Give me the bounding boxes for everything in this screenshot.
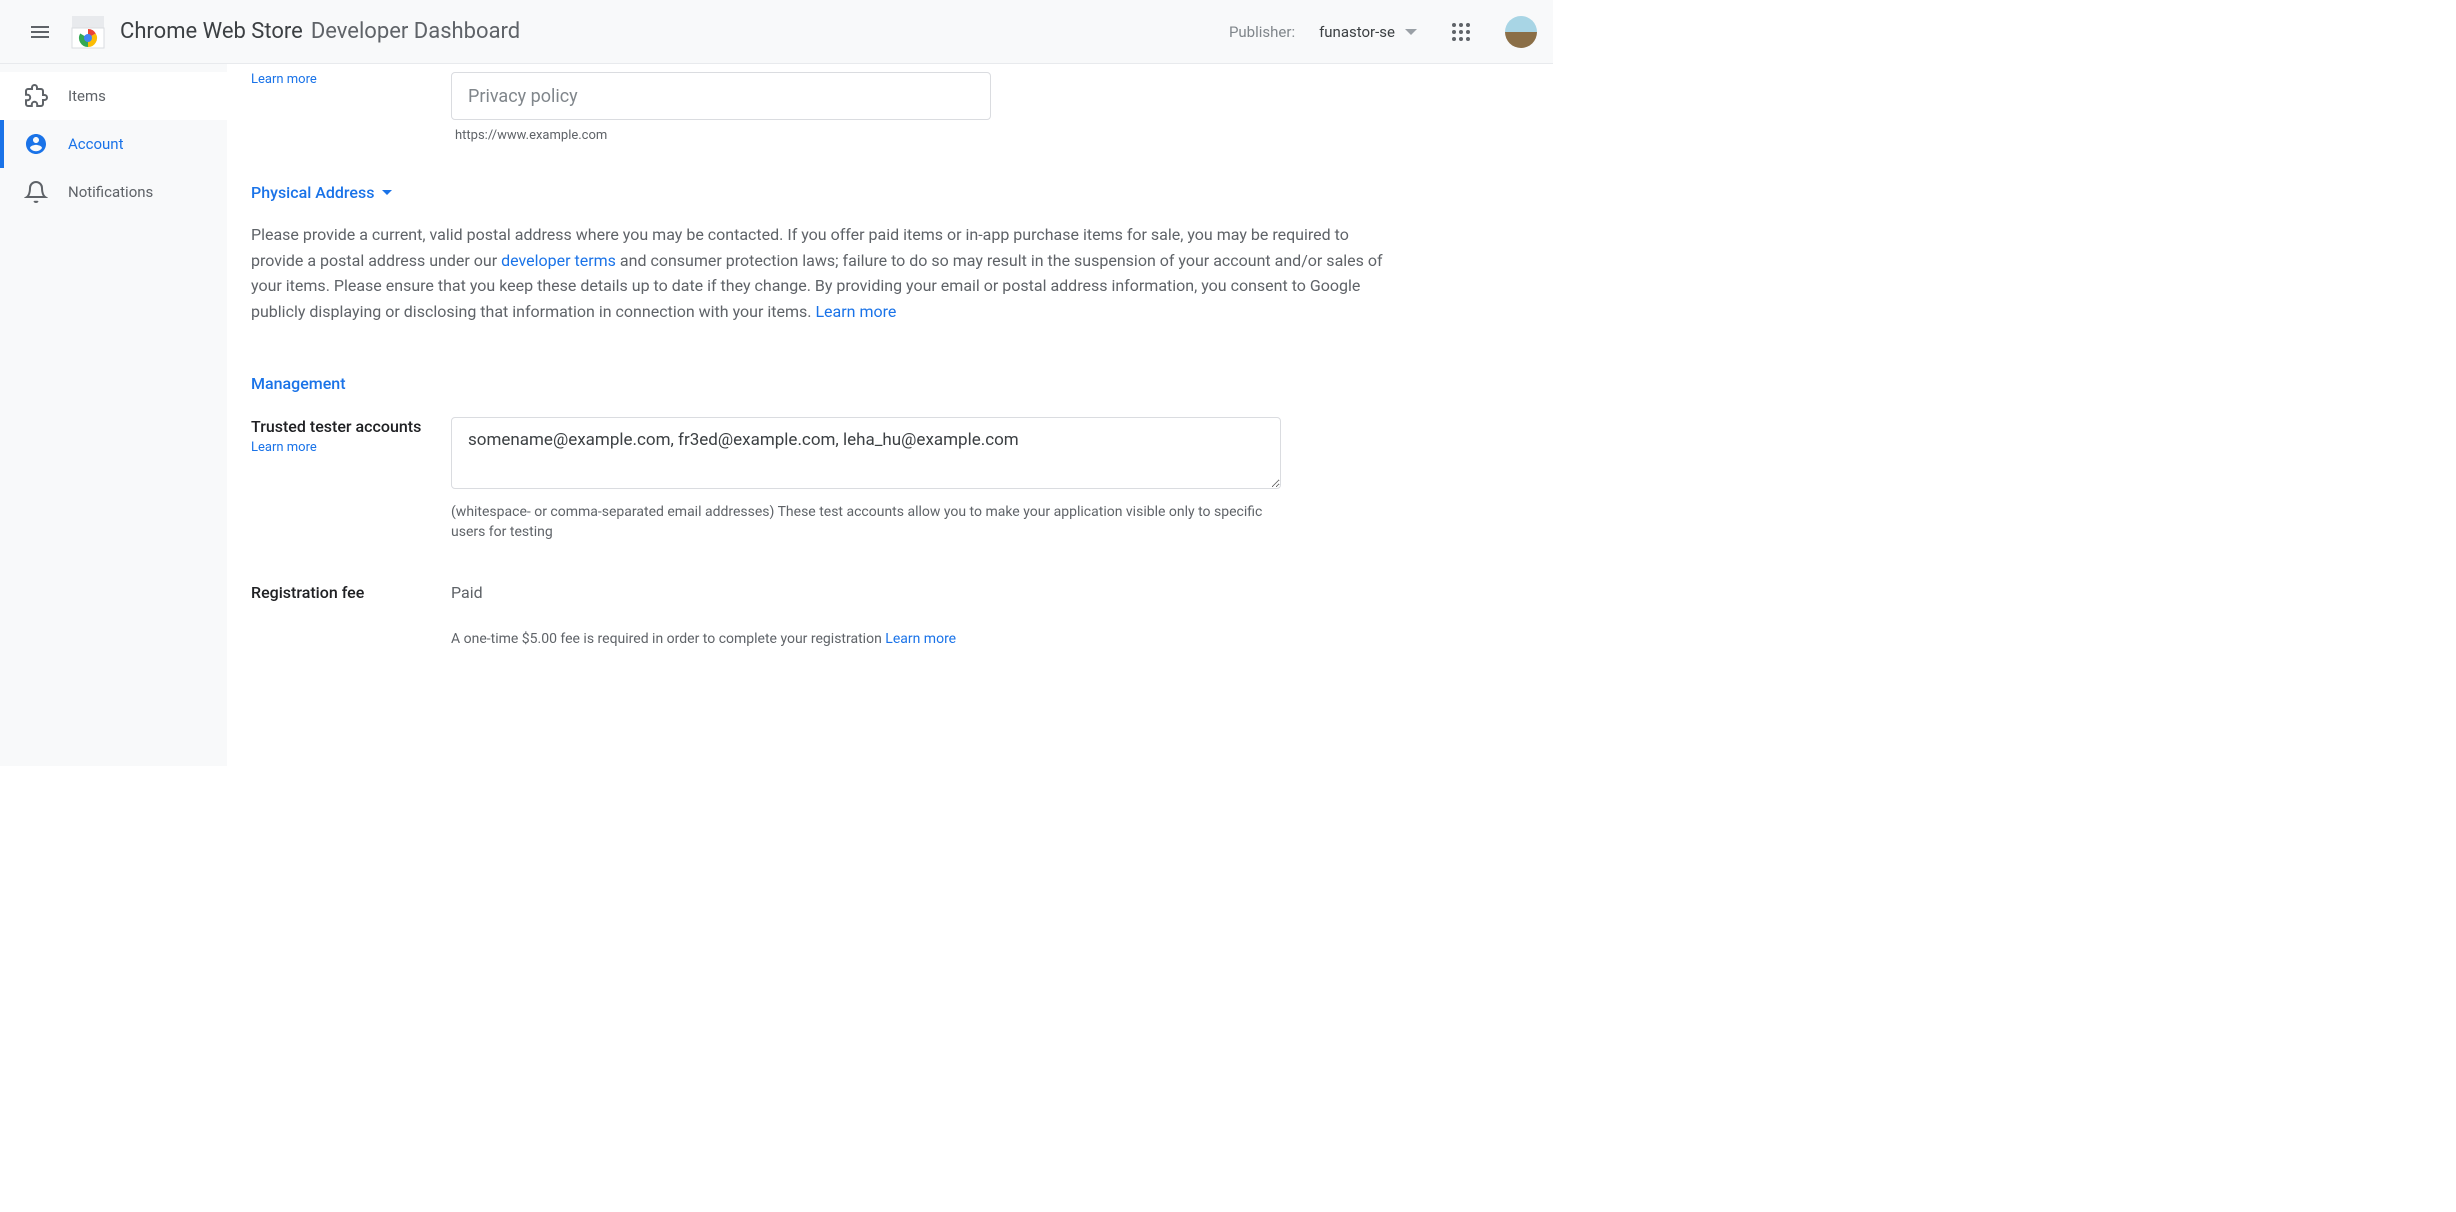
privacy-policy-row: Learn more https://www.example.com — [251, 72, 1529, 143]
chrome-web-store-logo — [68, 12, 108, 52]
publisher-dropdown[interactable]: funastor-se — [1319, 23, 1417, 41]
header-right: Publisher: funastor-se — [1229, 12, 1537, 52]
sidebar: Items Account Notifications — [0, 64, 227, 766]
chevron-down-icon — [382, 190, 392, 195]
privacy-learn-more-link[interactable]: Learn more — [251, 72, 451, 87]
account-circle-icon — [24, 132, 48, 156]
registration-fee-label: Registration fee — [251, 583, 451, 602]
trusted-helper: (whitespace- or comma-separated email ad… — [451, 503, 1281, 542]
registration-learn-more-link[interactable]: Learn more — [885, 631, 956, 647]
trusted-learn-more-link[interactable]: Learn more — [251, 440, 451, 455]
trusted-testers-label: Trusted tester accounts — [251, 417, 451, 436]
physical-address-description: Please provide a current, valid postal a… — [251, 222, 1391, 324]
apps-grid-icon — [1452, 23, 1470, 41]
publisher-label: Publisher: — [1229, 23, 1295, 41]
extension-icon — [24, 84, 48, 108]
bell-icon — [24, 180, 48, 204]
header: Chrome Web Store Developer Dashboard Pub… — [0, 0, 1553, 64]
sidebar-item-account[interactable]: Account — [0, 120, 227, 168]
physical-address-label: Physical Address — [251, 183, 374, 202]
layout: Items Account Notifications Learn more h… — [0, 64, 1553, 766]
hamburger-icon — [28, 20, 52, 44]
publisher-value: funastor-se — [1319, 23, 1395, 41]
privacy-helper: https://www.example.com — [451, 128, 1281, 143]
physical-address-heading[interactable]: Physical Address — [251, 183, 1529, 202]
menu-button[interactable] — [16, 8, 64, 56]
title-bold: Chrome Web Store — [120, 19, 303, 44]
user-avatar[interactable] — [1505, 16, 1537, 48]
sidebar-label: Items — [68, 87, 106, 105]
registration-status: Paid — [451, 583, 1281, 602]
main-content: Learn more https://www.example.com Physi… — [227, 64, 1553, 766]
registration-fee-row: Registration fee Paid A one-time $5.00 f… — [251, 583, 1529, 650]
sidebar-item-items[interactable]: Items — [0, 72, 227, 120]
title-light: Developer Dashboard — [311, 19, 520, 44]
sidebar-label: Notifications — [68, 183, 153, 201]
management-heading: Management — [251, 374, 1529, 393]
privacy-policy-input[interactable] — [451, 72, 991, 120]
sidebar-label: Account — [68, 135, 124, 153]
trusted-testers-textarea[interactable] — [451, 417, 1281, 489]
reg-helper-text: A one-time $5.00 fee is required in orde… — [451, 631, 885, 647]
trusted-testers-row: Trusted tester accounts Learn more (whit… — [251, 417, 1529, 542]
physical-learn-more-link[interactable]: Learn more — [815, 302, 896, 321]
cws-logo-icon — [68, 12, 108, 52]
sidebar-item-notifications[interactable]: Notifications — [0, 168, 227, 216]
registration-helper: A one-time $5.00 fee is required in orde… — [451, 630, 1281, 650]
chevron-down-icon — [1405, 29, 1417, 35]
header-title: Chrome Web Store Developer Dashboard — [120, 19, 520, 44]
developer-terms-link[interactable]: developer terms — [501, 251, 616, 270]
google-apps-button[interactable] — [1441, 12, 1481, 52]
management-label: Management — [251, 374, 346, 393]
